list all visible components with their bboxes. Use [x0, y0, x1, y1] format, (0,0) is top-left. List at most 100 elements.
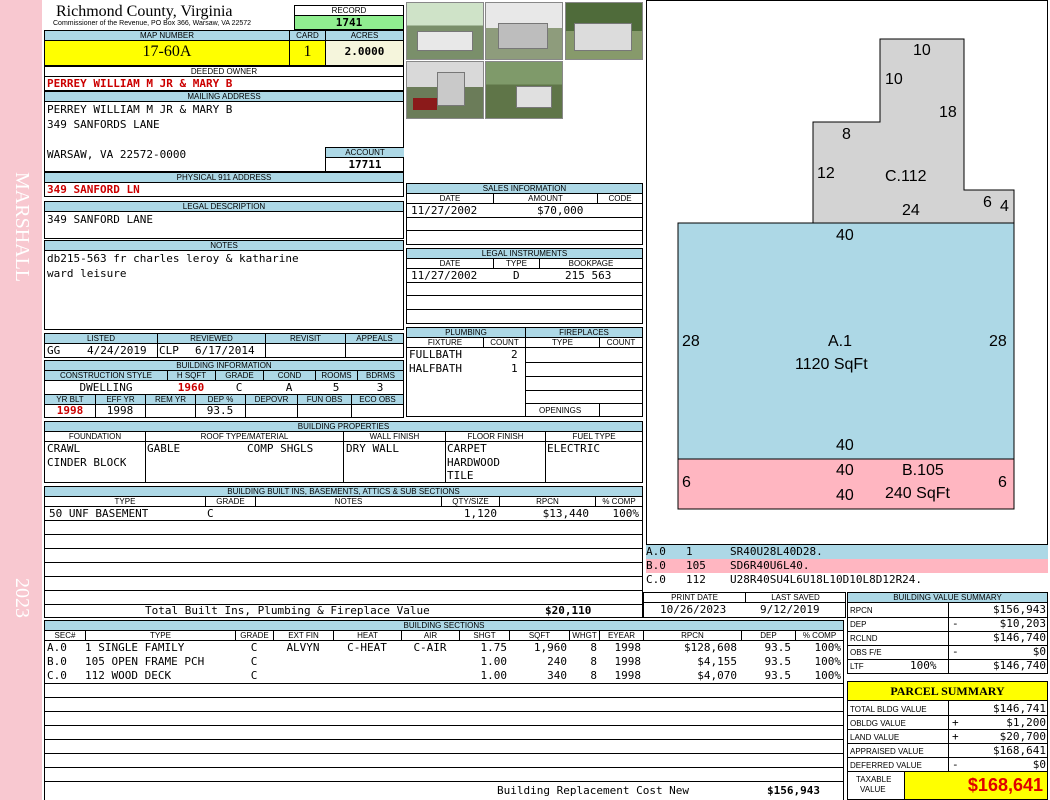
- card-number: 1: [289, 41, 325, 65]
- section-cell: 1.00: [480, 669, 508, 682]
- builtins-total-label: Total Built Ins, Plumbing & Fireplace Va…: [145, 604, 430, 617]
- ps-deferred-label: DEFERRED VALUE: [850, 761, 922, 770]
- map-box: MAP NUMBER CARD ACRES 17-60A 1 2.0000: [44, 30, 404, 66]
- sec-label: SEC#: [45, 631, 85, 641]
- bdrms-value: 3: [376, 381, 384, 394]
- county-subtitle: Commissioner of the Revenue, PO Box 366,…: [53, 20, 252, 27]
- floor-finish-1: CARPET: [447, 442, 487, 455]
- dim-c-bottom: 24: [902, 202, 920, 219]
- owner-label: DEEDED OWNER: [45, 67, 403, 77]
- acres-value: 2.0000: [325, 41, 403, 65]
- record-number: 1741: [295, 16, 403, 29]
- sec-comp-label: % COMP: [795, 631, 843, 641]
- parcel-summary-title: PARCEL SUMMARY: [848, 682, 1047, 701]
- hsqft-value: 1960: [177, 381, 205, 394]
- building-info-box: BUILDING INFORMATION CONSTRUCTION STYLE …: [44, 360, 404, 418]
- property-photo-2[interactable]: [485, 2, 563, 60]
- floor-finish-2: HARDWOOD: [447, 456, 500, 469]
- taxable-label-2: VALUE: [860, 785, 886, 794]
- dim-c-right: 18: [939, 104, 957, 121]
- roof-label: ROOF TYPE/MATERIAL: [145, 432, 343, 442]
- dim-b-bottom: 40: [836, 487, 854, 504]
- fuel-type: ELECTRIC: [547, 442, 600, 455]
- legal-box: LEGAL DESCRIPTION 349 SANFORD LANE: [44, 201, 404, 239]
- building-info-label: BUILDING INFORMATION: [45, 361, 403, 371]
- plumbing-count-label: COUNT: [483, 338, 525, 348]
- mailing-line2: 349 SANFORDS LANE: [47, 118, 160, 131]
- legal-label: LEGAL DESCRIPTION: [45, 202, 403, 212]
- dim-b-top: 40: [836, 462, 854, 479]
- vs-dep-label: DEP: [850, 620, 867, 629]
- property-photo-4[interactable]: [406, 61, 484, 119]
- vs-obs: $0: [1032, 645, 1046, 658]
- section-cell: C-AIR: [413, 641, 447, 654]
- cond-value: A: [285, 381, 293, 394]
- sales-box: SALES INFORMATION DATE AMOUNT CODE 11/27…: [406, 183, 643, 245]
- section-cell: C.0: [47, 669, 67, 682]
- county-title: Richmond County, Virginia: [56, 3, 233, 20]
- section-cell: 1.75: [480, 641, 508, 654]
- sales-date-label: DATE: [407, 194, 493, 204]
- ps-appraised-label: APPRAISED VALUE: [850, 747, 924, 756]
- status-box: LISTED REVIEWED REVISIT APPEALS GG 4/24/…: [44, 333, 404, 358]
- revisit-label: REVISIT: [265, 334, 345, 344]
- instr-type-label: TYPE: [493, 259, 539, 269]
- sec-air-label: AIR: [401, 631, 459, 641]
- depovr-label: DEPOVR: [245, 394, 297, 405]
- notes-box: NOTES db215-563 fr charles leroy & katha…: [44, 240, 404, 330]
- section-cell: 100%: [814, 641, 842, 654]
- cond-label: COND: [263, 371, 315, 381]
- wall-label: WALL FINISH: [343, 432, 445, 442]
- section-cell: 93.5: [764, 655, 792, 668]
- fixture-2-count: 1: [511, 362, 518, 375]
- grade-value: C: [235, 381, 243, 394]
- dim-c-small1: 6: [983, 194, 992, 211]
- fixture-2: HALFBATH: [409, 362, 462, 375]
- section-cell: C: [250, 655, 258, 668]
- property-photo-5[interactable]: [485, 61, 563, 119]
- section-cell: A.0: [47, 641, 67, 654]
- section-row: C.0 112 WOOD DECK C 1.00 340 8 1998 $4,070 93.5 1…: [45, 669, 843, 683]
- bdrms-label: BDRMS: [357, 371, 403, 381]
- plumbing-box: PLUMBING FIREPLACES FIXTURE COUNT TYPE C…: [406, 327, 643, 417]
- section-cell: ALVYN: [286, 641, 320, 654]
- ps-total-bldg: $146,741: [993, 702, 1046, 715]
- section-cell: $4,070: [697, 669, 737, 682]
- properties-box: BUILDING PROPERTIES FOUNDATION ROOF TYPE…: [44, 421, 643, 483]
- physical-label: PHYSICAL 911 ADDRESS: [45, 173, 403, 183]
- property-photo-3[interactable]: [565, 2, 643, 60]
- reviewed-date: 6/17/2014: [195, 344, 255, 357]
- taxable-label-1: TAXABLE: [856, 775, 892, 784]
- fixture-1: FULLBATH: [409, 348, 462, 361]
- reviewed-by: CLP: [159, 344, 179, 357]
- property-photo-1[interactable]: [406, 2, 484, 60]
- section-cell: 112 WOOD DECK: [85, 669, 172, 682]
- section-row: B.0 105 OPEN FRAME PCH C 1.00 240 8 1998 $4,155…: [45, 655, 843, 669]
- instr-type: D: [513, 269, 520, 282]
- ps-deferred: $0: [1032, 758, 1046, 771]
- section-cell: 93.5: [764, 641, 792, 654]
- dep-value: 93.5: [206, 404, 234, 417]
- sec-rpcn-label: RPCN: [643, 631, 741, 641]
- dim-c-left: 12: [817, 165, 835, 182]
- sketch-area[interactable]: 10 10 18 8 12 C.112 24 6 4 40 28 28 A.1 …: [646, 0, 1048, 545]
- mailing-label: MAILING ADDRESS: [45, 92, 403, 102]
- mailing-line3: WARSAW, VA 22572-0000: [47, 148, 187, 161]
- mailing-line1: PERREY WILLIAM M JR & MARY B: [47, 103, 233, 116]
- section-cell: 105 OPEN FRAME PCH: [85, 655, 205, 668]
- porch-b-label: B.105: [902, 462, 944, 479]
- foundation-label: FOUNDATION: [45, 432, 145, 442]
- ecoobs-label: ECO OBS: [351, 394, 403, 405]
- fireplace-type-label: TYPE: [525, 338, 599, 348]
- sec-shgt-label: SHGT: [459, 631, 509, 641]
- value-summary-box: BUILDING VALUE SUMMARY RPCN $156,943 DEP…: [847, 592, 1048, 674]
- section-cell: C: [250, 641, 258, 654]
- sec-grade-label: GRADE: [235, 631, 273, 641]
- ps-obldg: $1,200: [1006, 716, 1046, 729]
- construction-style: DWELLING: [79, 381, 133, 394]
- section-cell: 1,960: [533, 641, 567, 654]
- dim-b-left: 6: [682, 474, 691, 491]
- rooms-value: 5: [332, 381, 340, 394]
- dim-c-small2: 4: [1000, 198, 1009, 215]
- card-label: CARD: [289, 31, 325, 41]
